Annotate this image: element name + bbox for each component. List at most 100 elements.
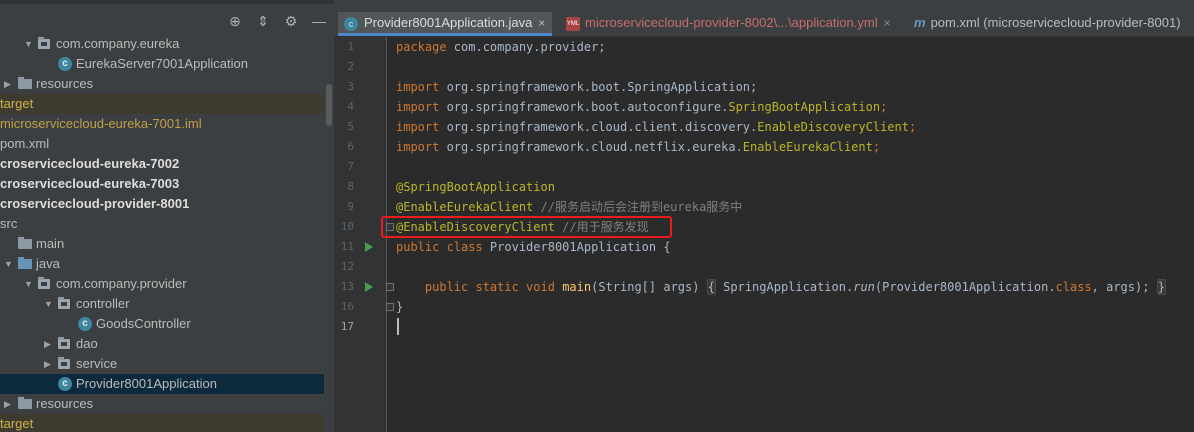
tree-item[interactable]: ▼ controller [0, 294, 324, 314]
line-number: 5 [347, 120, 354, 133]
tree-item[interactable]: target [0, 94, 324, 114]
java-class-icon: c [58, 377, 72, 391]
line-number: 8 [347, 180, 354, 193]
tree-item[interactable]: ▶ dao [0, 334, 324, 354]
collapse-arrow-icon[interactable]: ▶ [44, 354, 56, 374]
project-toolbar: ⊕ ⇕ ⚙ — [226, 12, 328, 30]
line-number: 11 [340, 240, 354, 253]
fold-marker-icon[interactable] [386, 283, 394, 291]
code-line-13[interactable]: public static void main(String[] args) {… [396, 277, 1166, 297]
annotation-highlight-box [381, 216, 672, 238]
expand-arrow-icon[interactable]: ▼ [4, 254, 16, 274]
panel-header-strip [0, 0, 334, 4]
code-line-3[interactable]: import org.springframework.boot.SpringAp… [396, 77, 757, 97]
code-line-5[interactable]: import org.springframework.cloud.client.… [396, 117, 916, 137]
tree-item[interactable]: main [0, 234, 324, 254]
code-line-8[interactable]: @SpringBootApplication [396, 177, 555, 197]
close-tab-icon[interactable]: × [884, 16, 891, 30]
line-number: 3 [347, 80, 354, 93]
gear-icon[interactable]: ⚙ [282, 12, 300, 30]
tree-item-label: croservicecloud-provider-8001 [0, 196, 190, 211]
folder-icon [18, 77, 32, 89]
tree-item-label: main [36, 236, 65, 251]
line-number: 10 [340, 220, 354, 233]
java-class-icon: c [78, 317, 92, 331]
tree-item[interactable]: ▼ com.company.eureka [0, 34, 324, 54]
tree-item-label: croservicecloud-eureka-7002 [0, 156, 180, 171]
tree-item[interactable]: src [0, 214, 324, 234]
expand-arrow-icon[interactable]: ▼ [44, 294, 56, 314]
run-gutter-icon[interactable] [365, 282, 373, 292]
code-line-6[interactable]: import org.springframework.cloud.netflix… [396, 137, 880, 157]
code-line-11[interactable]: public class Provider8001Application { [396, 237, 671, 257]
line-number: 16 [340, 300, 354, 313]
text-caret [397, 318, 399, 335]
collapse-all-icon[interactable]: ⇕ [254, 12, 272, 30]
package-folder-icon [58, 357, 70, 369]
tree-item[interactable]: ▶ resources [0, 394, 324, 414]
tree-item[interactable]: croservicecloud-eureka-7003 [0, 174, 324, 194]
tree-item[interactable]: microservicecloud-eureka-7001.iml [0, 114, 324, 134]
tree-item-label: GoodsController [96, 316, 191, 331]
tree-item-label: dao [76, 336, 98, 351]
line-number: 2 [347, 60, 354, 73]
minimize-icon[interactable]: — [310, 12, 328, 30]
folder-icon [18, 237, 32, 249]
maven-icon: m [914, 15, 926, 30]
code-line-1[interactable]: package com.company.provider; [396, 37, 606, 57]
tree-item-label: com.company.provider [56, 276, 187, 291]
line-number: 13 [340, 280, 354, 293]
tree-item-label: src [0, 216, 18, 231]
package-folder-icon [58, 337, 70, 349]
tree-item[interactable]: pom.xml [0, 134, 324, 154]
project-scrollbar[interactable] [326, 84, 332, 126]
tree-item[interactable]: ▶ service [0, 354, 324, 374]
package-folder-icon [58, 297, 70, 309]
code-line-9[interactable]: @EnableEurekaClient //服务启动后会注册到eureka服务中 [396, 197, 742, 217]
tree-item[interactable]: c Provider8001Application [0, 374, 324, 394]
fold-marker-icon[interactable] [386, 303, 394, 311]
tree-item[interactable]: ▼ java [0, 254, 324, 274]
tree-item[interactable]: ▼ com.company.provider [0, 274, 324, 294]
code-line-16[interactable]: } [396, 297, 403, 317]
collapse-arrow-icon[interactable]: ▶ [4, 74, 16, 94]
tree-item-label: controller [76, 296, 130, 311]
folder-icon [18, 397, 32, 409]
tree-item[interactable]: c GoodsController [0, 314, 324, 334]
line-number: 12 [340, 260, 354, 273]
collapse-arrow-icon[interactable]: ▶ [4, 394, 16, 414]
line-number-current: 17 [340, 320, 354, 333]
line-number: 4 [347, 100, 354, 113]
locate-target-icon[interactable]: ⊕ [226, 12, 244, 30]
project-panel: ⊕ ⇕ ⚙ — ▼ com.company.eureka c EurekaServer… [0, 0, 334, 432]
tree-item-label: java [36, 256, 60, 271]
package-folder-icon [38, 277, 50, 289]
tree-item-label: target [0, 416, 34, 431]
tab-application-yml[interactable]: YML microservicecloud-provider-8002\...\a… [560, 12, 918, 34]
collapse-arrow-icon[interactable]: ▶ [44, 334, 56, 354]
tree-item[interactable]: target [0, 414, 324, 432]
tab-pom-xml[interactable]: m pom.xml (microservicecloud-provider-800… [908, 12, 1194, 34]
tree-item[interactable]: croservicecloud-eureka-7002 [0, 154, 324, 174]
java-class-icon: c [344, 16, 358, 31]
tree-item-label: resources [36, 76, 94, 91]
tree-item[interactable]: c EurekaServer7001Application [0, 54, 324, 74]
run-gutter-icon[interactable] [365, 242, 373, 252]
source-folder-icon [18, 257, 32, 269]
java-class-icon: c [58, 57, 72, 71]
line-number: 9 [347, 200, 354, 213]
line-number: 1 [347, 40, 354, 53]
tree-item[interactable]: croservicecloud-provider-8001 [0, 194, 324, 214]
code-line-4[interactable]: import org.springframework.boot.autoconf… [396, 97, 887, 117]
editor-tab-bar: c Provider8001Application.java × YML micros… [334, 0, 1194, 37]
tree-item[interactable]: ▶ resources [0, 74, 324, 94]
tree-item-label: service [76, 356, 118, 371]
package-folder-icon [38, 37, 50, 49]
line-number: 6 [347, 140, 354, 153]
yml-file-icon: YML [566, 16, 580, 31]
expand-arrow-icon[interactable]: ▼ [24, 274, 36, 294]
tree-item-label: EurekaServer7001Application [76, 56, 248, 71]
expand-arrow-icon[interactable]: ▼ [24, 34, 36, 54]
close-tab-icon[interactable]: × [538, 16, 545, 30]
tab-provider8001application-java[interactable]: c Provider8001Application.java × [338, 12, 552, 36]
